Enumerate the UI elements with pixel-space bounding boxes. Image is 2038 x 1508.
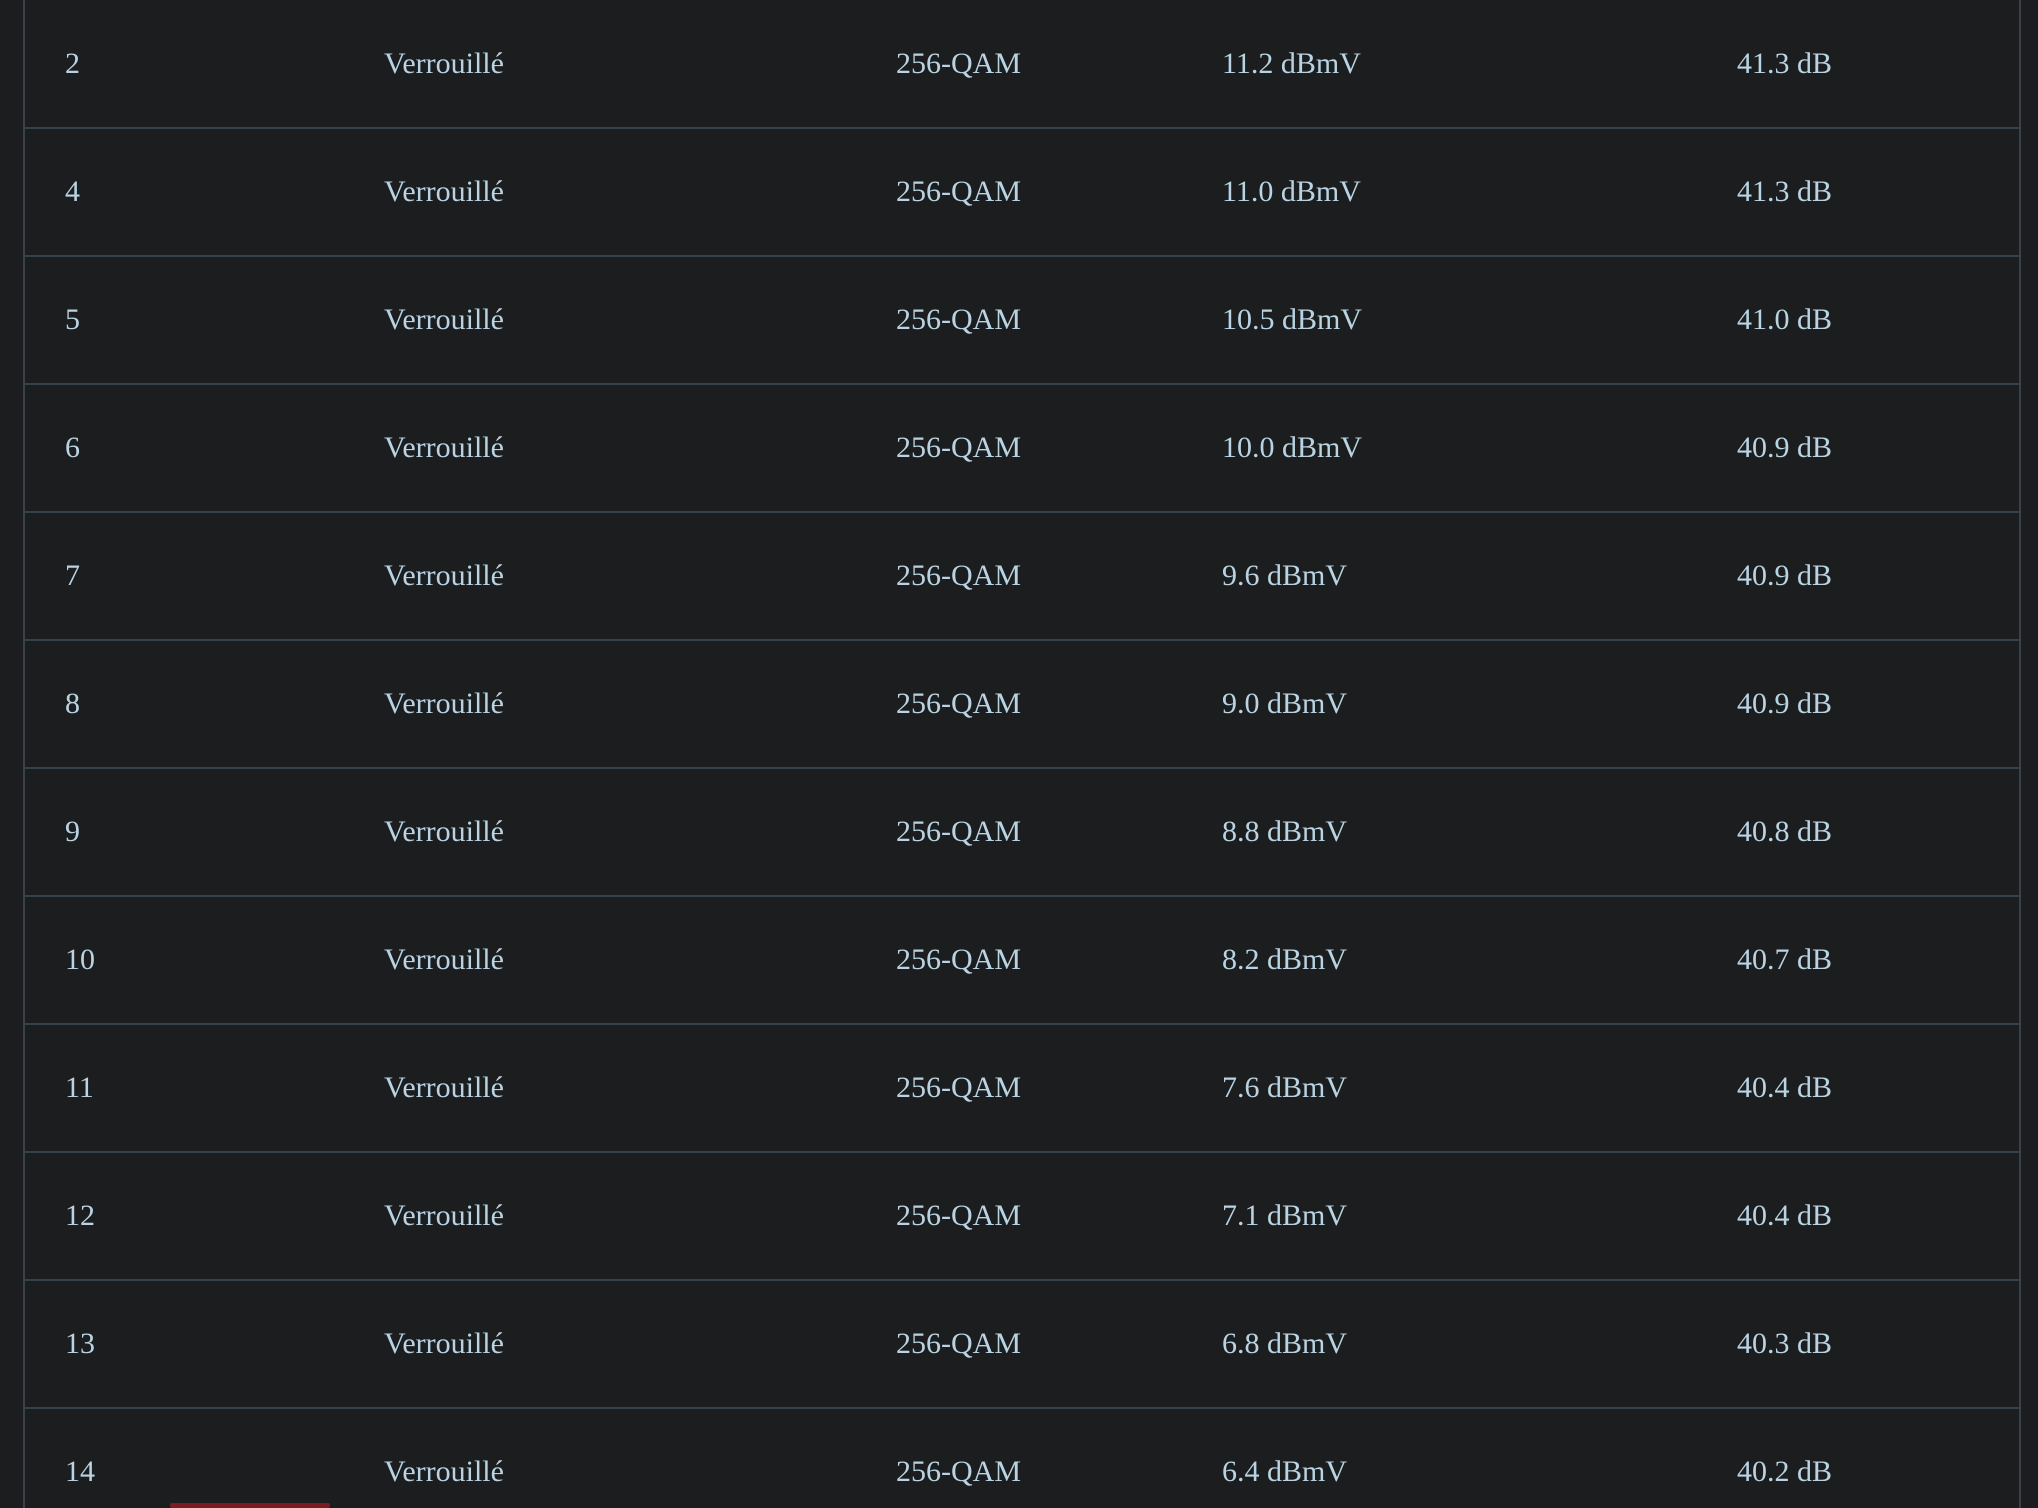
snr-cell: 40.9 dB: [1737, 431, 1833, 464]
channel-id-cell: 11: [65, 1071, 94, 1104]
row-padding: [25, 256, 65, 384]
power-cell: 6.4 dBmV: [1222, 1455, 1348, 1488]
power-cell: 8.2 dBmV: [1222, 943, 1348, 976]
lock-status-cell: Verrouillé: [384, 687, 504, 720]
downstream-channel-table: 2 Verrouillé 256-QAM 11.2 dBmV 41.3 dB 4…: [25, 0, 2019, 1508]
partial-red-button-edge[interactable]: [170, 1503, 330, 1508]
row-padding: [25, 1280, 65, 1408]
channel-id-cell: 6: [65, 431, 80, 464]
table-row: 8 Verrouillé 256-QAM 9.0 dBmV 40.9 dB: [25, 640, 2019, 768]
row-padding: [25, 1024, 65, 1152]
power-cell: 7.6 dBmV: [1222, 1071, 1348, 1104]
snr-cell: 41.0 dB: [1737, 303, 1833, 336]
power-cell: 10.0 dBmV: [1222, 431, 1363, 464]
lock-status-cell: Verrouillé: [384, 559, 504, 592]
modulation-cell: 256-QAM: [896, 1199, 1021, 1232]
channel-id-cell: 13: [65, 1327, 95, 1360]
power-cell: 9.0 dBmV: [1222, 687, 1348, 720]
row-padding: [25, 384, 65, 512]
power-cell: 10.5 dBmV: [1222, 303, 1363, 336]
table-row: 10 Verrouillé 256-QAM 8.2 dBmV 40.7 dB: [25, 896, 2019, 1024]
table-row: 13 Verrouillé 256-QAM 6.8 dBmV 40.3 dB: [25, 1280, 2019, 1408]
row-padding: [25, 512, 65, 640]
channel-table-frame: 2 Verrouillé 256-QAM 11.2 dBmV 41.3 dB 4…: [23, 0, 2021, 1508]
table-row: 12 Verrouillé 256-QAM 7.1 dBmV 40.4 dB: [25, 1152, 2019, 1280]
power-cell: 11.0 dBmV: [1222, 175, 1361, 208]
modulation-cell: 256-QAM: [896, 431, 1021, 464]
lock-status-cell: Verrouillé: [384, 943, 504, 976]
modulation-cell: 256-QAM: [896, 1071, 1021, 1104]
lock-status-cell: Verrouillé: [384, 1455, 504, 1488]
modulation-cell: 256-QAM: [896, 46, 1021, 80]
modulation-cell: 256-QAM: [896, 175, 1021, 208]
snr-cell: 40.4 dB: [1737, 1199, 1833, 1232]
power-cell: 7.1 dBmV: [1222, 1199, 1348, 1232]
row-padding: [25, 128, 65, 256]
table-row: 14 Verrouillé 256-QAM 6.4 dBmV 40.2 dB: [25, 1408, 2019, 1508]
channel-id-cell: 2: [65, 46, 80, 80]
lock-status-cell: Verrouillé: [384, 46, 504, 80]
modulation-cell: 256-QAM: [896, 1327, 1021, 1360]
table-row: 2 Verrouillé 256-QAM 11.2 dBmV 41.3 dB: [25, 0, 2019, 128]
row-padding: [25, 1408, 65, 1508]
row-padding: [25, 640, 65, 768]
snr-cell: 40.9 dB: [1737, 687, 1833, 720]
row-padding: [25, 768, 65, 896]
channel-id-cell: 5: [65, 303, 80, 336]
table-row: 4 Verrouillé 256-QAM 11.0 dBmV 41.3 dB: [25, 128, 2019, 256]
power-cell: 6.8 dBmV: [1222, 1327, 1348, 1360]
snr-cell: 40.9 dB: [1737, 559, 1833, 592]
channel-id-cell: 9: [65, 815, 80, 848]
lock-status-cell: Verrouillé: [384, 1327, 504, 1360]
lock-status-cell: Verrouillé: [384, 303, 504, 336]
table-row: 5 Verrouillé 256-QAM 10.5 dBmV 41.0 dB: [25, 256, 2019, 384]
table-row: 7 Verrouillé 256-QAM 9.6 dBmV 40.9 dB: [25, 512, 2019, 640]
modulation-cell: 256-QAM: [896, 815, 1021, 848]
lock-status-cell: Verrouillé: [384, 431, 504, 464]
table-row: 6 Verrouillé 256-QAM 10.0 dBmV 40.9 dB: [25, 384, 2019, 512]
channel-id-cell: 8: [65, 687, 80, 720]
channel-id-cell: 14: [65, 1455, 95, 1488]
row-padding: [25, 896, 65, 1024]
lock-status-cell: Verrouillé: [384, 175, 504, 208]
modulation-cell: 256-QAM: [896, 559, 1021, 592]
modulation-cell: 256-QAM: [896, 943, 1021, 976]
snr-cell: 40.7 dB: [1737, 943, 1833, 976]
channel-id-cell: 12: [65, 1199, 95, 1232]
snr-cell: 40.2 dB: [1737, 1455, 1833, 1488]
page: 2 Verrouillé 256-QAM 11.2 dBmV 41.3 dB 4…: [0, 0, 2038, 1508]
snr-cell: 40.3 dB: [1737, 1327, 1833, 1360]
snr-cell: 41.3 dB: [1737, 175, 1833, 208]
channel-id-cell: 10: [65, 943, 95, 976]
channel-id-cell: 4: [65, 175, 80, 208]
channel-id-cell: 7: [65, 559, 80, 592]
power-cell: 11.2 dBmV: [1222, 46, 1361, 80]
snr-cell: 40.8 dB: [1737, 815, 1833, 848]
lock-status-cell: Verrouillé: [384, 815, 504, 848]
modulation-cell: 256-QAM: [896, 687, 1021, 720]
snr-cell: 41.3 dB: [1737, 46, 1833, 80]
table-row: 9 Verrouillé 256-QAM 8.8 dBmV 40.8 dB: [25, 768, 2019, 896]
row-padding: [25, 0, 65, 128]
power-cell: 9.6 dBmV: [1222, 559, 1348, 592]
modulation-cell: 256-QAM: [896, 1455, 1021, 1488]
table-row: 11 Verrouillé 256-QAM 7.6 dBmV 40.4 dB: [25, 1024, 2019, 1152]
lock-status-cell: Verrouillé: [384, 1071, 504, 1104]
power-cell: 8.8 dBmV: [1222, 815, 1348, 848]
modulation-cell: 256-QAM: [896, 303, 1021, 336]
lock-status-cell: Verrouillé: [384, 1199, 504, 1232]
channel-table-body: 2 Verrouillé 256-QAM 11.2 dBmV 41.3 dB 4…: [25, 0, 2019, 1508]
row-padding: [25, 1152, 65, 1280]
snr-cell: 40.4 dB: [1737, 1071, 1833, 1104]
